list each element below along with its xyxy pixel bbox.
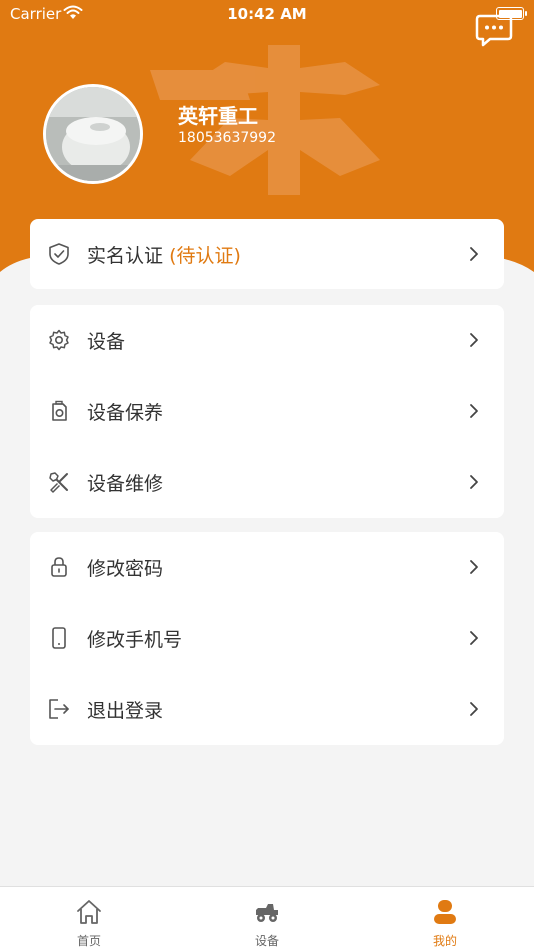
tab-mine[interactable]: 我的 [356, 887, 534, 950]
message-button[interactable] [474, 12, 514, 48]
status-bar: Carrier 10:42 AM [0, 0, 534, 28]
chevron-right-icon [470, 475, 478, 489]
chat-bubble-icon [475, 14, 513, 47]
chevron-right-icon [470, 247, 478, 261]
menu-item-device[interactable]: 设备 [30, 305, 504, 375]
gear-icon [49, 329, 69, 351]
user-icon [434, 900, 456, 924]
device-menu-card: 设备 设备保养 设备维修 [30, 305, 504, 518]
machine-icon [256, 904, 278, 922]
menu-item-change-password[interactable]: 修改密码 [30, 532, 504, 602]
menu-item-label: 修改密码 [87, 558, 164, 580]
account-menu-card: 修改密码 修改手机号 退出登录 [30, 532, 504, 745]
tab-label: 我的 [432, 934, 457, 948]
menu-item-change-phone[interactable]: 修改手机号 [30, 603, 504, 673]
avatar[interactable] [43, 84, 143, 184]
user-name: 英轩重工 [178, 104, 258, 128]
menu-item-device-repair[interactable]: 设备维修 [30, 447, 504, 517]
chevron-right-icon [470, 333, 478, 347]
menu-item-label: 设备保养 [87, 402, 164, 424]
menu-item-device-maintenance[interactable]: 设备保养 [30, 376, 504, 446]
tab-label: 首页 [76, 934, 101, 948]
chevron-right-icon [470, 404, 478, 418]
bottom-tab-bar: 首页 设备 我的 [0, 886, 534, 950]
logout-icon [49, 699, 69, 719]
tab-label: 设备 [254, 934, 279, 948]
phone-icon [52, 627, 66, 649]
auth-label: 实名认证 [87, 245, 164, 267]
repair-tools-icon [49, 472, 68, 493]
user-phone: 18053637992 [178, 130, 276, 146]
menu-item-label: 设备 [87, 331, 126, 353]
menu-item-label: 设备维修 [87, 473, 164, 495]
lock-icon [51, 557, 67, 577]
clock: 10:42 AM [227, 5, 307, 23]
chevron-right-icon [470, 702, 478, 716]
tab-home[interactable]: 首页 [0, 887, 178, 950]
avatar-photo [46, 87, 140, 181]
menu-item-label: 退出登录 [87, 700, 164, 722]
chevron-right-icon [470, 631, 478, 645]
home-icon [77, 900, 101, 924]
realname-auth-row[interactable]: 实名认证 (待认证) [30, 219, 504, 289]
tab-device[interactable]: 设备 [178, 887, 356, 950]
menu-item-label: 修改手机号 [87, 629, 183, 651]
auth-status: (待认证) [169, 245, 241, 267]
menu-item-logout[interactable]: 退出登录 [30, 674, 504, 744]
auth-card: 实名认证 (待认证) [30, 219, 504, 289]
maintenance-icon [52, 400, 67, 421]
shield-check-icon [49, 243, 69, 265]
chevron-right-icon [470, 560, 478, 574]
